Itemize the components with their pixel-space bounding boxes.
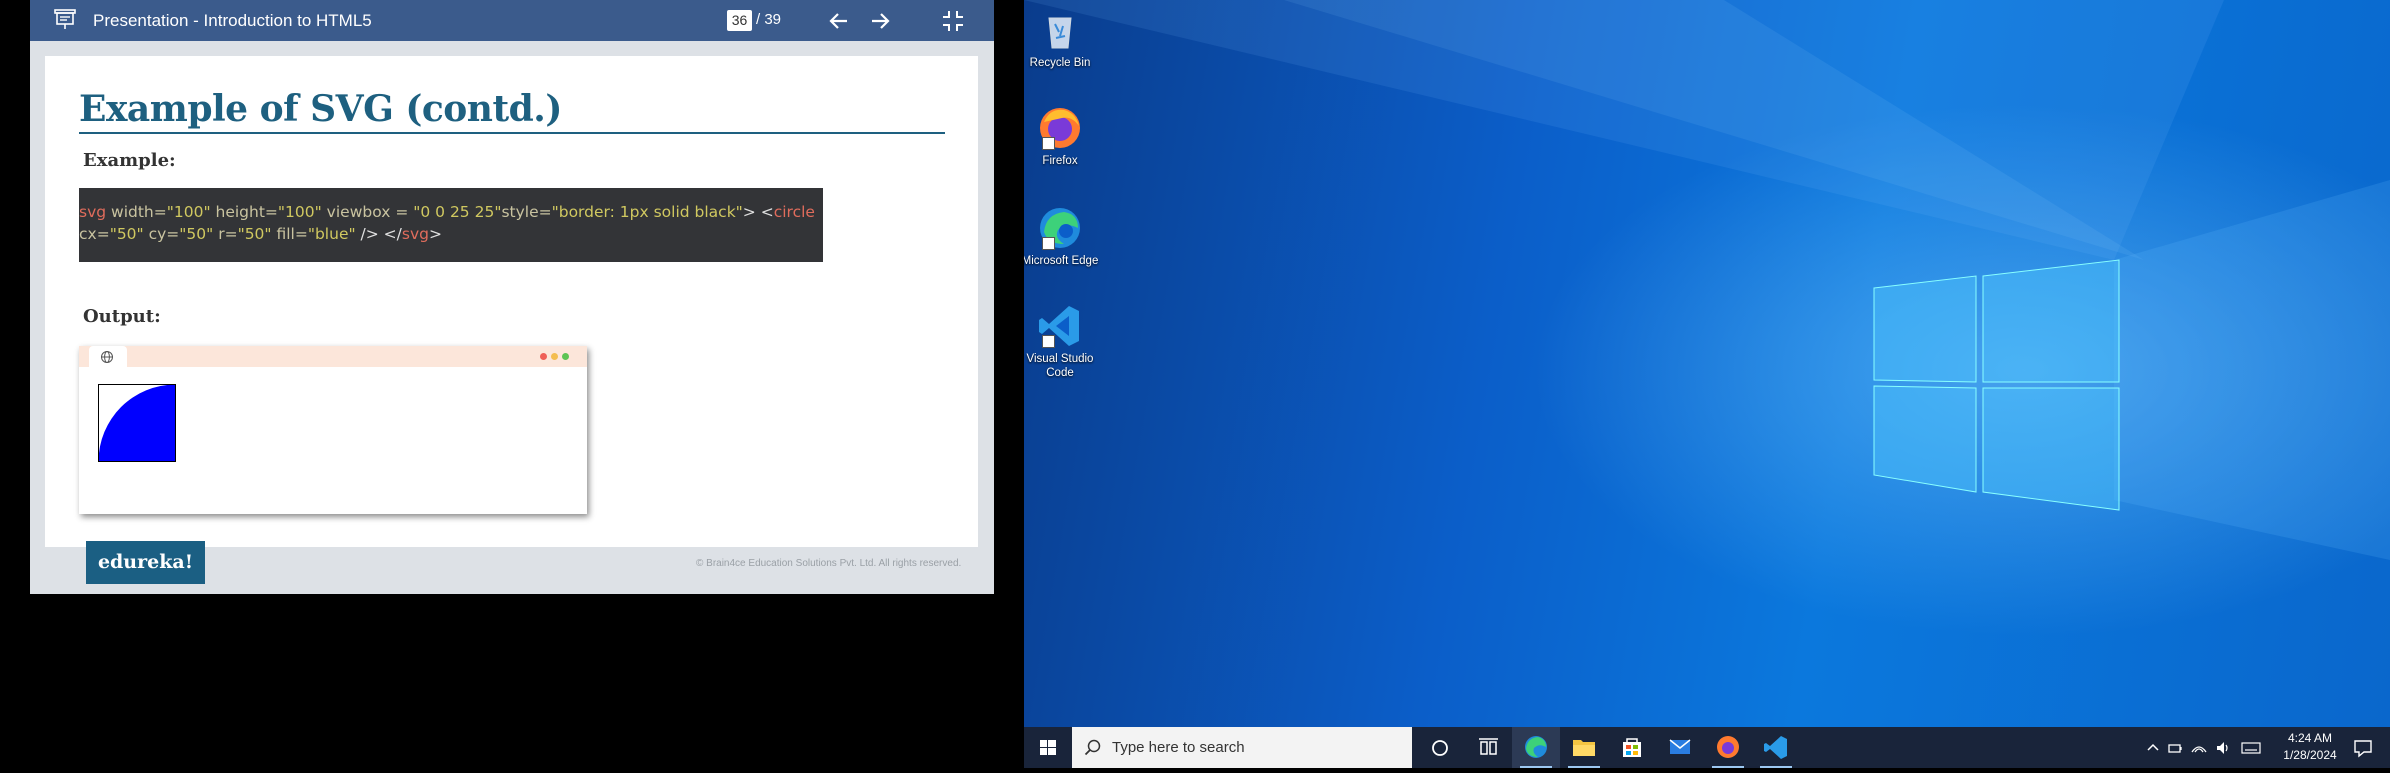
- taskbar-vscode-button[interactable]: [1752, 727, 1800, 768]
- title-divider: [79, 132, 945, 134]
- maximize-dot: [562, 353, 569, 360]
- page-number-input[interactable]: 36: [727, 10, 752, 31]
- globe-icon: [101, 351, 113, 363]
- network-icon[interactable]: [2190, 739, 2208, 757]
- shortcut-arrow-icon: [1042, 137, 1055, 150]
- taskbar-edge-button[interactable]: [1512, 727, 1560, 768]
- mail-icon[interactable]: [1656, 727, 1704, 768]
- recycle-bin-shortcut[interactable]: Recycle Bin: [1024, 6, 1100, 70]
- recycle-bin-label: Recycle Bin: [1029, 57, 1091, 69]
- firefox-label: Firefox: [1042, 155, 1078, 167]
- store-icon[interactable]: [1608, 727, 1656, 768]
- page-total: / 39: [756, 11, 782, 28]
- clock-time[interactable]: 4:24 AM: [2280, 731, 2340, 745]
- taskbar-firefox-button[interactable]: [1704, 727, 1752, 768]
- code-snippet: svg width="100" height="100" viewbox = "…: [79, 188, 823, 262]
- taskbar-search-box[interactable]: Type here to search: [1072, 727, 1412, 768]
- presentation-icon: [54, 9, 76, 29]
- exit-fullscreen-button[interactable]: [941, 9, 965, 33]
- search-placeholder: Type here to search: [1112, 739, 1245, 756]
- clock-date[interactable]: 1/28/2024: [2280, 748, 2340, 762]
- shortcut-arrow-icon: [1042, 237, 1055, 250]
- keyboard-icon[interactable]: [2240, 739, 2262, 757]
- folder-icon: [1573, 740, 1595, 756]
- firefox-icon: [1717, 736, 1739, 758]
- recycle-bin-icon: [1048, 17, 1072, 49]
- vscode-label: Visual Studio Code: [1026, 353, 1094, 379]
- firefox-shortcut[interactable]: Firefox: [1024, 104, 1100, 168]
- shortcut-arrow-icon: [1042, 335, 1055, 348]
- code-line-2: cx="50" cy="50" r="50" fill="blue" /> </…: [79, 225, 442, 243]
- code-line-1: svg width="100" height="100" viewbox = "…: [79, 203, 815, 221]
- vscode-shortcut[interactable]: Visual Studio Code: [1024, 302, 1100, 380]
- chevron-up-icon[interactable]: [2144, 739, 2162, 757]
- slide-title: Example of SVG (contd.): [79, 88, 562, 130]
- taskbar-explorer-button[interactable]: [1560, 727, 1608, 768]
- edge-icon: [1525, 736, 1547, 758]
- mockup-titlebar: [79, 346, 587, 367]
- windows-logo-wallpaper: [1024, 0, 2390, 560]
- example-label: Example:: [83, 150, 176, 171]
- copyright-text: © Brain4ce Education Solutions Pvt. Ltd.…: [696, 558, 962, 569]
- search-icon: [1084, 739, 1101, 756]
- next-slide-button[interactable]: [868, 9, 892, 33]
- task-view-button[interactable]: [1464, 727, 1512, 768]
- output-label: Output:: [83, 306, 161, 327]
- edge-label: Microsoft Edge: [1024, 255, 1099, 267]
- slide-canvas: Example of SVG (contd.) Example: svg wid…: [45, 56, 978, 547]
- vscode-icon: [1764, 736, 1787, 759]
- start-button[interactable]: [1024, 727, 1072, 768]
- taskbar: Type here to search 4:24 AM 1/28/2024: [1024, 727, 2390, 768]
- power-icon[interactable]: [2166, 739, 2184, 757]
- previous-slide-button[interactable]: [827, 9, 851, 33]
- minimize-dot: [551, 353, 558, 360]
- edge-shortcut[interactable]: Microsoft Edge: [1024, 204, 1100, 268]
- edureka-logo: edureka!: [86, 541, 205, 584]
- desktop-wallpaper: Recycle Bin Firefox Microsoft Edge Visua…: [1024, 0, 2390, 727]
- cortana-button[interactable]: [1416, 727, 1464, 768]
- viewer-title: Presentation - Introduction to HTML5: [93, 11, 372, 30]
- presentation-viewer: Presentation - Introduction to HTML5 36 …: [30, 0, 994, 594]
- viewer-toolbar: Presentation - Introduction to HTML5 36 …: [30, 0, 994, 41]
- volume-icon[interactable]: [2214, 739, 2232, 757]
- svg-circle-output: [98, 384, 176, 462]
- close-dot: [540, 353, 547, 360]
- notification-icon[interactable]: [2352, 737, 2374, 759]
- output-browser-mockup: [79, 346, 587, 514]
